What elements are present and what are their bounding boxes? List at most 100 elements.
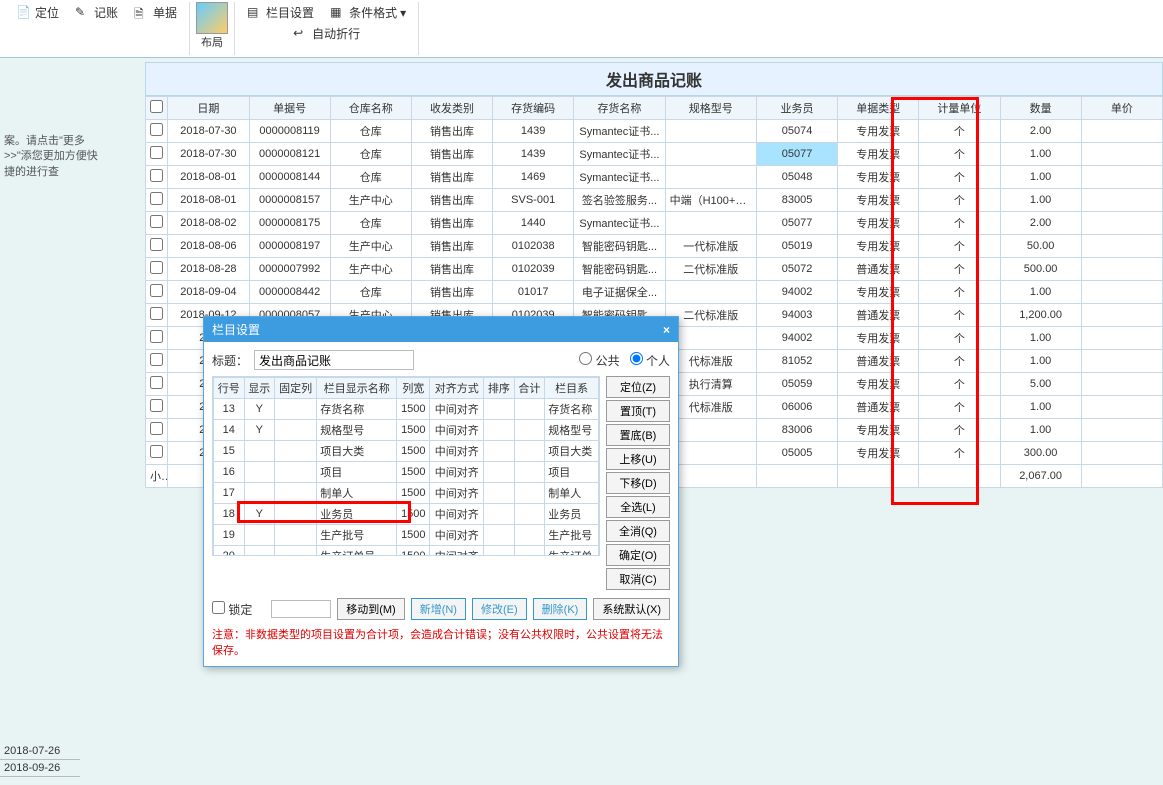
row-checkbox[interactable] — [150, 146, 163, 159]
dialog-titlebar[interactable]: 栏目设置 × — [204, 317, 678, 342]
btn-top[interactable]: 置顶(T) — [606, 400, 670, 422]
config-button-column: 定位(Z) 置顶(T) 置底(B) 上移(U) 下移(D) 全选(L) 全消(Q… — [606, 376, 670, 590]
btn-ok[interactable]: 确定(O) — [606, 544, 670, 566]
voucher-button[interactable]: 🗎单据 — [128, 2, 183, 23]
col-price[interactable]: 单价 — [1081, 97, 1162, 120]
row-checkbox[interactable] — [150, 353, 163, 366]
title-input[interactable] — [254, 350, 414, 370]
row-checkbox[interactable] — [150, 376, 163, 389]
row-checkbox[interactable] — [150, 238, 163, 251]
table-row[interactable]: 2018-08-020000008175仓库销售出库1440Symantec证书… — [146, 212, 1163, 235]
btn-edit[interactable]: 修改(E) — [472, 598, 527, 620]
config-row[interactable]: 20生产订单号1500中间对齐生产订单 — [214, 546, 599, 557]
radio-public[interactable]: 公共 — [579, 352, 619, 369]
auto-wrap-icon: ↩ — [293, 26, 309, 42]
btn-up[interactable]: 上移(U) — [606, 448, 670, 470]
row-checkbox[interactable] — [150, 169, 163, 182]
cfg-col-sys: 栏目系 — [545, 378, 599, 399]
layout-icon[interactable] — [196, 2, 228, 34]
table-row[interactable]: 2018-07-300000008121仓库销售出库1439Symantec证书… — [146, 143, 1163, 166]
config-row[interactable]: 18Y业务员1500中间对齐业务员 — [214, 504, 599, 525]
col-settings-icon: ▤ — [247, 5, 263, 21]
table-row[interactable]: 2018-08-010000008144仓库销售出库1469Symantec证书… — [146, 166, 1163, 189]
auto-wrap-label: 自动折行 — [312, 25, 360, 42]
row-checkbox[interactable] — [150, 192, 163, 205]
row-checkbox[interactable] — [150, 284, 163, 297]
lock-label: 锁定 — [228, 603, 252, 617]
voucher-icon: 🗎 — [134, 5, 150, 21]
config-table-wrap: 行号 显示 固定列 栏目显示名称 列宽 对齐方式 排序 合计 栏目系 13Y存货… — [212, 376, 600, 556]
btn-cancel[interactable]: 取消(C) — [606, 568, 670, 590]
btn-sys-default[interactable]: 系统默认(X) — [593, 598, 670, 620]
config-row[interactable]: 13Y存货名称1500中间对齐存货名称 — [214, 399, 599, 420]
dialog-title-text: 栏目设置 — [212, 321, 260, 338]
config-row[interactable]: 19生产批号1500中间对齐生产批号 — [214, 525, 599, 546]
col-salesperson[interactable]: 业务员 — [756, 97, 837, 120]
row-checkbox[interactable] — [150, 445, 163, 458]
btn-none[interactable]: 全消(Q) — [606, 520, 670, 542]
col-docno[interactable]: 单据号 — [249, 97, 330, 120]
post-label: 记账 — [94, 4, 118, 21]
col-doctype[interactable]: 单据类型 — [838, 97, 919, 120]
cfg-col-name: 栏目显示名称 — [317, 378, 397, 399]
config-row[interactable]: 16项目1500中间对齐项目 — [214, 462, 599, 483]
row-checkbox[interactable] — [150, 330, 163, 343]
cond-format-button[interactable]: ▦条件格式 ▾ — [324, 2, 412, 23]
col-category[interactable]: 收发类别 — [411, 97, 492, 120]
col-invname[interactable]: 存货名称 — [574, 97, 665, 120]
table-row[interactable]: 2018-08-060000008197生产中心销售出库0102038智能密码钥… — [146, 235, 1163, 258]
btn-bottom[interactable]: 置底(B) — [606, 424, 670, 446]
col-qty[interactable]: 数量 — [1000, 97, 1081, 120]
close-icon[interactable]: × — [663, 323, 670, 337]
auto-wrap-button[interactable]: ↩自动折行 — [287, 23, 366, 44]
btn-new[interactable]: 新增(N) — [411, 598, 466, 620]
config-table[interactable]: 行号 显示 固定列 栏目显示名称 列宽 对齐方式 排序 合计 栏目系 13Y存货… — [213, 377, 599, 556]
row-checkbox[interactable] — [150, 215, 163, 228]
radio-private[interactable]: 个人 — [630, 352, 670, 369]
cfg-col-sum: 合计 — [514, 378, 545, 399]
row-checkbox[interactable] — [150, 261, 163, 274]
locate-label: 定位 — [35, 4, 59, 21]
config-row[interactable]: 17制单人1500中间对齐制单人 — [214, 483, 599, 504]
row-checkbox[interactable] — [150, 422, 163, 435]
col-settings-label: 栏目设置 — [266, 4, 314, 21]
date-to[interactable]: 2018-09-26 — [0, 760, 80, 777]
locate-button[interactable]: 📄定位 — [10, 2, 65, 23]
cfg-col-sort: 排序 — [484, 378, 515, 399]
left-hint-text: 案。请点击"更多>>"添您更加方便快捷的进行查 — [0, 130, 110, 184]
col-spec[interactable]: 规格型号 — [665, 97, 756, 120]
btn-del[interactable]: 删除(K) — [533, 598, 588, 620]
table-row[interactable]: 2018-08-010000008157生产中心销售出库SVS-001签名验签服… — [146, 189, 1163, 212]
config-row[interactable]: 15项目大类1500中间对齐项目大类 — [214, 441, 599, 462]
col-settings-button[interactable]: ▤栏目设置 — [241, 2, 320, 23]
config-row[interactable]: 14Y规格型号1500中间对齐规格型号 — [214, 420, 599, 441]
post-button[interactable]: ✎记账 — [69, 2, 124, 23]
col-invcode[interactable]: 存货编码 — [493, 97, 574, 120]
subtotal-qty: 2,067.00 — [1000, 465, 1081, 488]
table-row[interactable]: 2018-07-300000008119仓库销售出库1439Symantec证书… — [146, 120, 1163, 143]
left-date-range: 2018-07-26 2018-09-26 — [0, 743, 110, 777]
select-all-checkbox[interactable] — [150, 100, 163, 113]
row-checkbox[interactable] — [150, 307, 163, 320]
lock-checkbox[interactable]: 锁定 — [212, 601, 252, 618]
table-row[interactable]: 2018-09-040000008442仓库销售出库01017电子证据保全...… — [146, 281, 1163, 304]
col-warehouse[interactable]: 仓库名称 — [330, 97, 411, 120]
row-checkbox[interactable] — [150, 123, 163, 136]
page-title: 发出商品记账 — [145, 62, 1163, 96]
move-to-input[interactable] — [271, 600, 331, 618]
col-date[interactable]: 日期 — [168, 97, 249, 120]
cfg-col-fix: 固定列 — [275, 378, 317, 399]
col-unit[interactable]: 计量单位 — [919, 97, 1000, 120]
cfg-col-rowno: 行号 — [214, 378, 245, 399]
btn-down[interactable]: 下移(D) — [606, 472, 670, 494]
btn-move-to[interactable]: 移动到(M) — [337, 598, 405, 620]
date-from[interactable]: 2018-07-26 — [0, 743, 80, 760]
table-row[interactable]: 2018-08-280000007992生产中心销售出库0102039智能密码钥… — [146, 258, 1163, 281]
btn-all[interactable]: 全选(L) — [606, 496, 670, 518]
post-icon: ✎ — [75, 5, 91, 21]
voucher-label: 单据 — [153, 4, 177, 21]
cfg-col-width: 列宽 — [397, 378, 430, 399]
row-checkbox[interactable] — [150, 399, 163, 412]
locate-icon: 📄 — [16, 5, 32, 21]
btn-locate[interactable]: 定位(Z) — [606, 376, 670, 398]
